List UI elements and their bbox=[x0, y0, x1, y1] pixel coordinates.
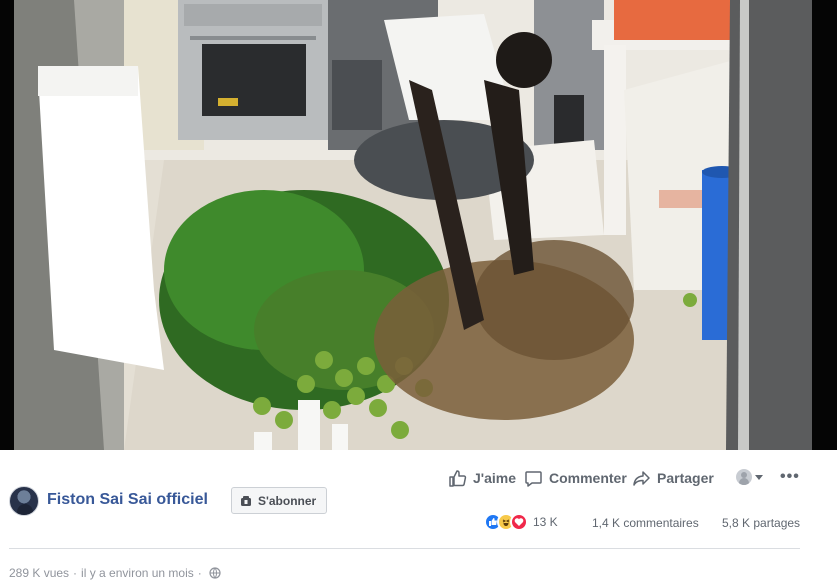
subscribe-icon bbox=[240, 495, 252, 507]
view-count: 289 K vues bbox=[9, 566, 70, 580]
comment-bubble-icon bbox=[524, 469, 543, 488]
shares-count-link[interactable]: 5,8 K partages bbox=[722, 516, 800, 530]
subscribe-button[interactable]: S'abonner bbox=[231, 487, 328, 514]
like-label: J'aime bbox=[473, 470, 517, 486]
globe-icon[interactable] bbox=[209, 567, 221, 579]
letterbox-right bbox=[812, 0, 837, 450]
thumbs-up-icon bbox=[448, 469, 467, 488]
video-player[interactable] bbox=[0, 0, 837, 450]
share-label: Partager bbox=[657, 470, 714, 486]
reactions-summary[interactable]: 13 K bbox=[484, 513, 558, 531]
profile-icon bbox=[736, 469, 752, 485]
page-name-link[interactable]: Fiston Sai Sai officiel bbox=[47, 491, 208, 509]
like-button[interactable]: J'aime bbox=[448, 466, 516, 490]
video-scene-illustration bbox=[14, 0, 812, 450]
divider bbox=[9, 548, 800, 549]
comments-count-link[interactable]: 1,4 K commentaires bbox=[592, 516, 699, 530]
comment-button[interactable]: Commenter bbox=[524, 466, 627, 490]
post-meta: 289 K vues · il y a environ un mois · bbox=[9, 566, 221, 580]
comment-label: Commenter bbox=[549, 470, 627, 486]
share-button[interactable]: Partager bbox=[632, 466, 714, 490]
letterbox-left bbox=[0, 0, 14, 450]
meta-separator: · bbox=[73, 566, 78, 580]
more-options-button[interactable]: ••• bbox=[780, 468, 800, 486]
chevron-down-icon bbox=[755, 474, 763, 480]
page-avatar[interactable] bbox=[9, 486, 39, 516]
reactions-count: 13 K bbox=[533, 515, 558, 529]
meta-separator-2: · bbox=[197, 566, 202, 580]
post-as-selector[interactable] bbox=[736, 469, 763, 485]
love-reaction-icon bbox=[510, 513, 528, 531]
share-arrow-icon bbox=[632, 469, 651, 488]
video-frame bbox=[14, 0, 812, 450]
subscribe-label: S'abonner bbox=[258, 493, 317, 508]
post-timestamp[interactable]: il y a environ un mois bbox=[81, 566, 194, 580]
